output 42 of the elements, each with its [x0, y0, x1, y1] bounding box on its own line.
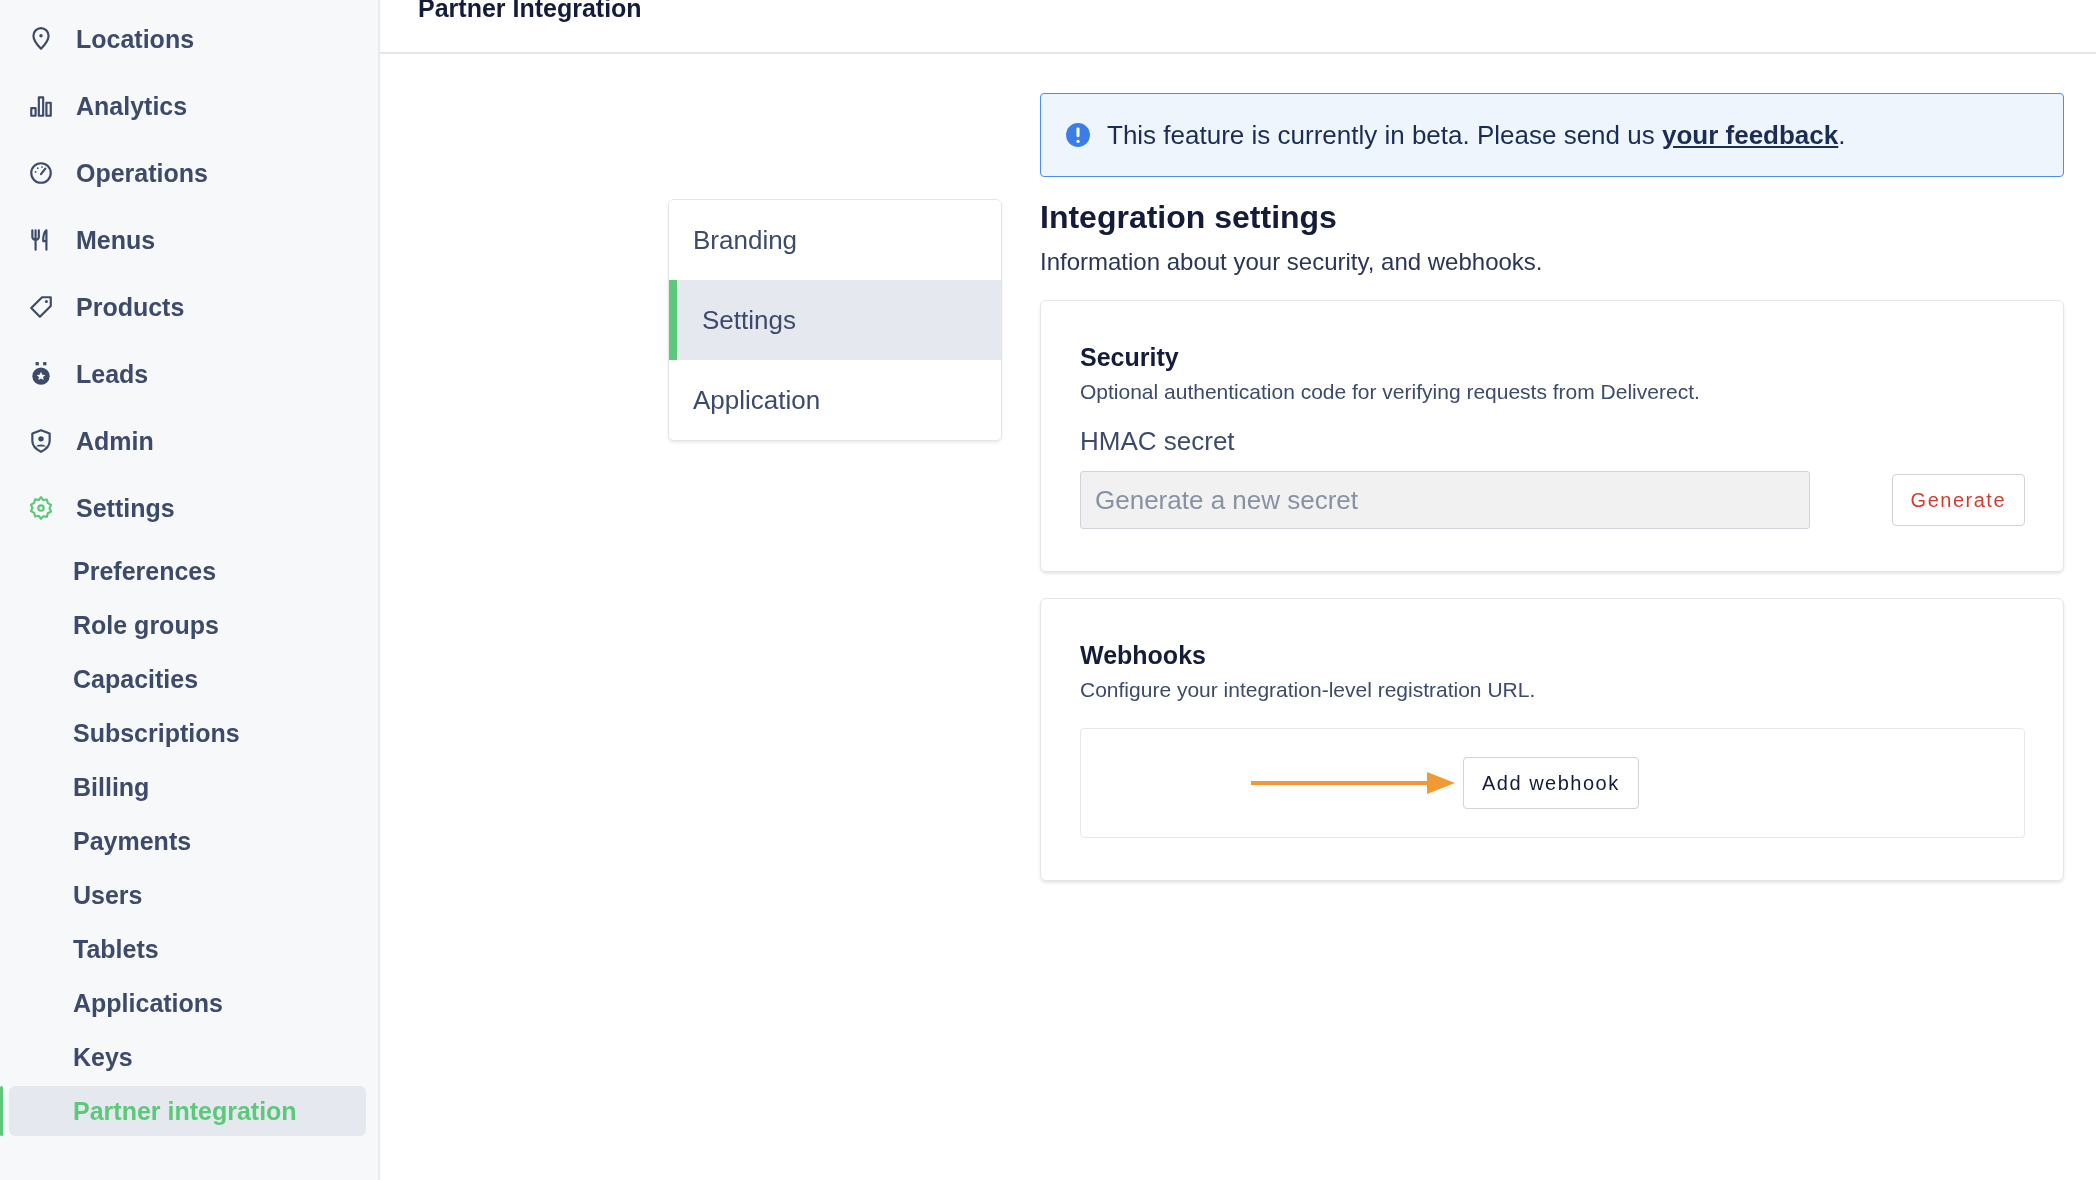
sidebar-item-label: Settings [76, 493, 175, 523]
sidebar-item[interactable]: Analytics [0, 81, 188, 131]
sidebar-subitem[interactable]: Capacities [9, 654, 366, 704]
sidebar-subitem[interactable]: Subscriptions [9, 708, 366, 758]
sidebar-item[interactable]: Products [0, 282, 185, 332]
sidebar-item[interactable]: Admin [0, 416, 154, 466]
section-heading: Integration settings [1040, 199, 1338, 236]
sidebar-item-label: Leads [76, 359, 149, 389]
feedback-link[interactable]: your feedback [1661, 119, 1839, 150]
sidebar-item[interactable]: Leads [0, 349, 149, 399]
sidebar-item-label: Analytics [76, 91, 188, 121]
sidebar-subitem[interactable]: Preferences [9, 546, 366, 596]
section-subtitle: Information about your security, and webhooks. [1040, 248, 1544, 276]
sidebar-subitem[interactable]: Billing [9, 762, 366, 812]
sidebar-subitem[interactable]: Tablets [9, 924, 366, 974]
card-description: Optional authentication code for verifying requests from Deliverect. [1080, 380, 1701, 404]
secret-input-field[interactable]: Generate a new secret [1080, 471, 1810, 529]
sidebar-item[interactable]: Settings [0, 483, 175, 533]
sidebar-subitem[interactable]: Users [9, 870, 366, 920]
sidebar-item-label: Admin [76, 426, 154, 456]
sidebar-item[interactable]: Operations [0, 148, 208, 198]
tab[interactable]: Application [669, 360, 1001, 440]
sidebar-item-label: Operations [76, 158, 208, 188]
generate-button[interactable]: Generate [1891, 474, 2025, 526]
sidebar-subitem[interactable]: Payments [9, 816, 366, 866]
card-title: Webhooks [1080, 641, 1207, 670]
sidebar-item[interactable]: Menus [0, 215, 156, 265]
field-label: HMAC secret [1080, 426, 1236, 457]
tab[interactable]: Branding [669, 200, 1001, 280]
tab[interactable]: Settings [669, 280, 1001, 360]
sidebar-subitem[interactable]: Role groups [9, 600, 366, 650]
card-title: Security [1080, 343, 1180, 372]
sidebar-item-label: Menus [76, 225, 156, 255]
info-icon [1065, 122, 1091, 148]
card-description: Configure your integration-level registration URL. [1080, 678, 1537, 702]
sidebar-item-label: Products [76, 292, 185, 322]
sidebar-subitem[interactable]: Keys [9, 1032, 366, 1082]
sidebar-item-label: Locations [76, 24, 195, 54]
sidebar-subitem[interactable]: Applications [9, 978, 366, 1028]
sidebar-item[interactable]: Locations [0, 14, 195, 64]
banner-text: This feature is currently in beta. Please send us your feedback. [1107, 119, 1846, 151]
add-webhook-button[interactable]: Add webhook [1463, 757, 1639, 809]
